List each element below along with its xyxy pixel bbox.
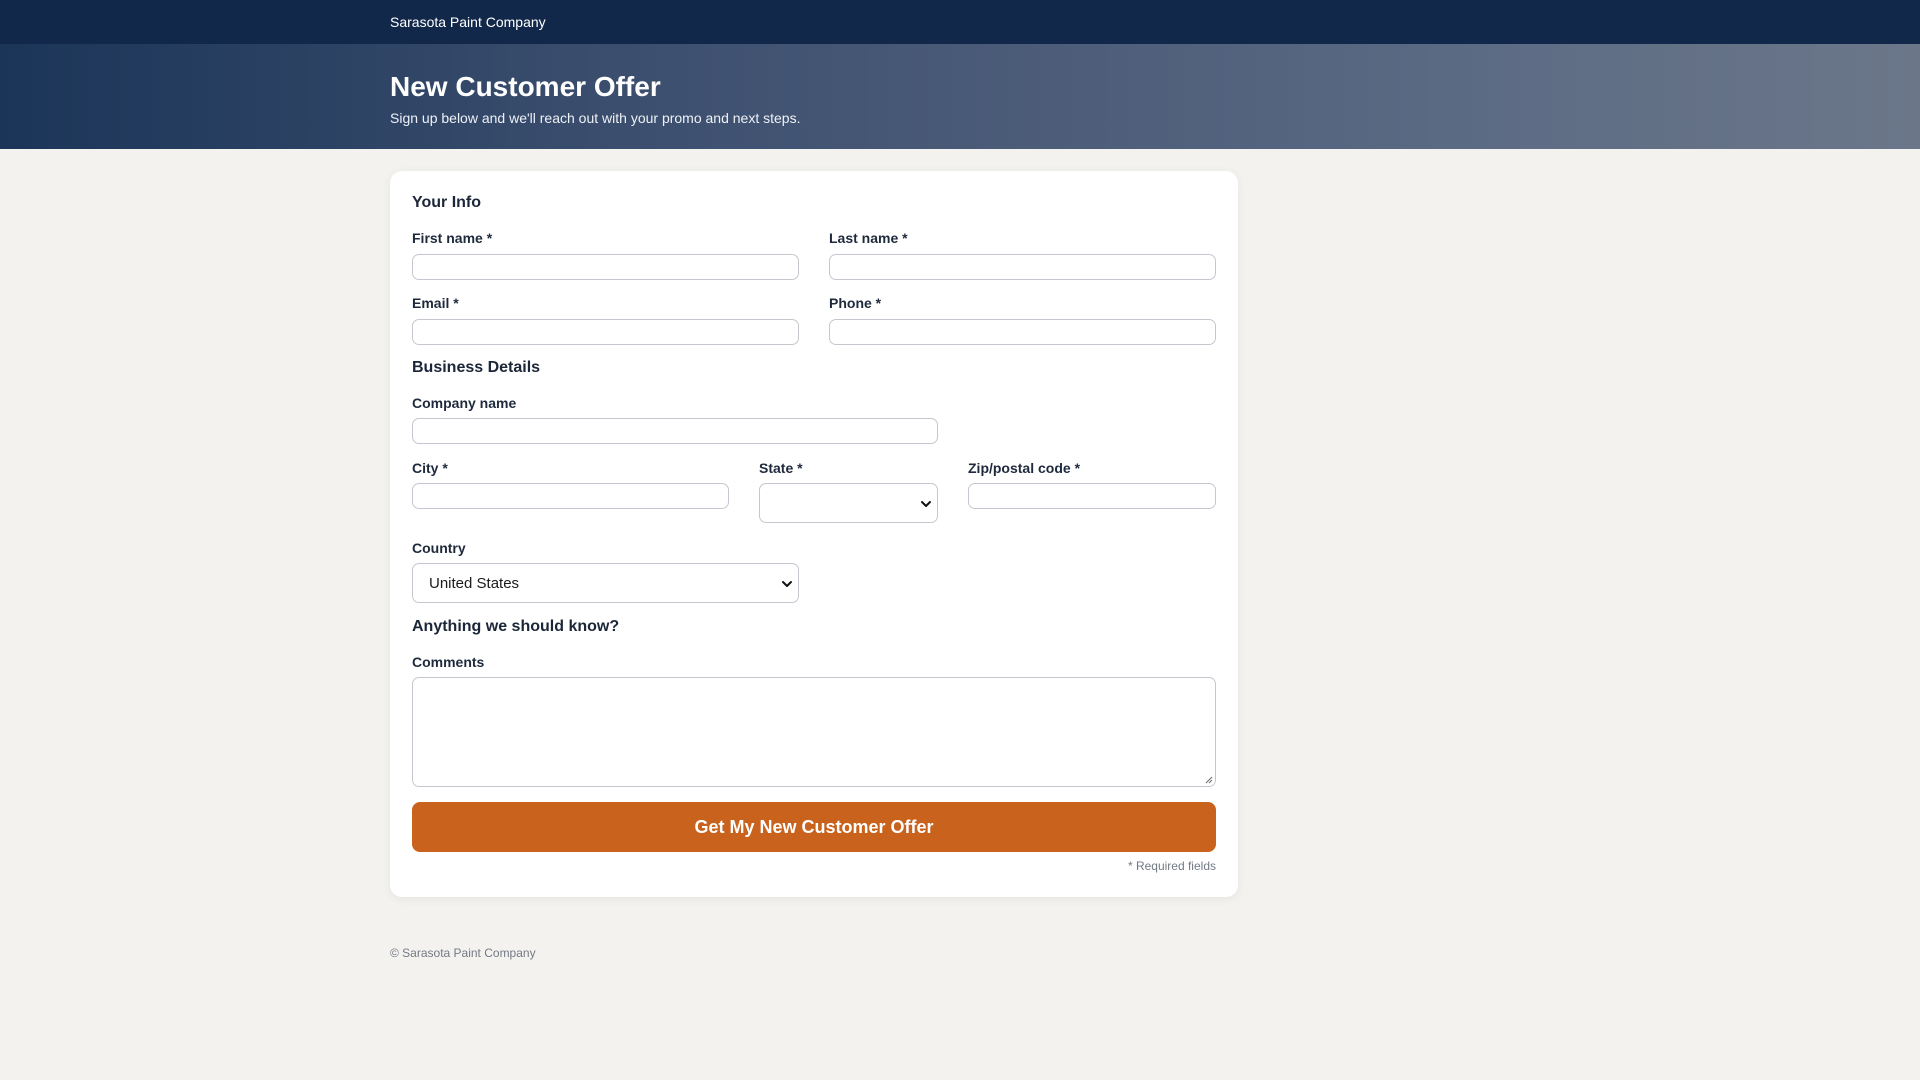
comments-textarea[interactable] — [412, 677, 1216, 787]
page-title: New Customer Offer — [390, 71, 661, 102]
email-field[interactable] — [412, 319, 799, 345]
city-field[interactable] — [412, 483, 729, 509]
company-name: Sarasota Paint Company — [390, 14, 546, 30]
zip-label: Zip/postal code * — [968, 460, 1081, 476]
state-select[interactable] — [759, 483, 938, 523]
section-title-anything-else: Anything we should know? — [412, 618, 620, 635]
first-name-field[interactable] — [412, 254, 799, 280]
email-label: Email * — [412, 295, 459, 311]
state-label: State * — [759, 460, 803, 476]
last-name-field[interactable] — [829, 254, 1216, 280]
country-select[interactable]: United States — [412, 563, 799, 603]
chevron-down-icon — [921, 501, 931, 507]
company-name-field[interactable] — [412, 418, 938, 444]
country-selected-value: United States — [429, 575, 520, 592]
footer-copyright: © Sarasota Paint Company — [390, 946, 536, 960]
phone-label: Phone * — [829, 295, 882, 311]
company-name-label: Company name — [412, 395, 517, 411]
chevron-down-icon — [782, 581, 792, 587]
section-title-business-details: Business Details — [412, 359, 541, 376]
required-fields-note: * Required fields — [1127, 859, 1216, 873]
first-name-label: First name * — [412, 230, 493, 246]
page-subtitle: Sign up below and we'll reach out with y… — [390, 110, 801, 126]
country-label: Country — [412, 540, 466, 556]
phone-field[interactable] — [829, 319, 1216, 345]
city-label: City * — [412, 460, 448, 476]
section-title-your-info: Your Info — [412, 194, 482, 211]
submit-button[interactable]: Get My New Customer Offer — [412, 802, 1216, 852]
hero-banner: New Customer Offer Sign up below and we'… — [0, 44, 1920, 149]
top-bar: Sarasota Paint Company — [0, 0, 1920, 44]
resize-grip-icon[interactable] — [1204, 775, 1213, 784]
zip-field[interactable] — [968, 483, 1216, 509]
signup-form-card: Your Info First name * Last name * Email… — [390, 171, 1238, 897]
comments-label: Comments — [412, 654, 485, 670]
last-name-label: Last name * — [829, 230, 908, 246]
